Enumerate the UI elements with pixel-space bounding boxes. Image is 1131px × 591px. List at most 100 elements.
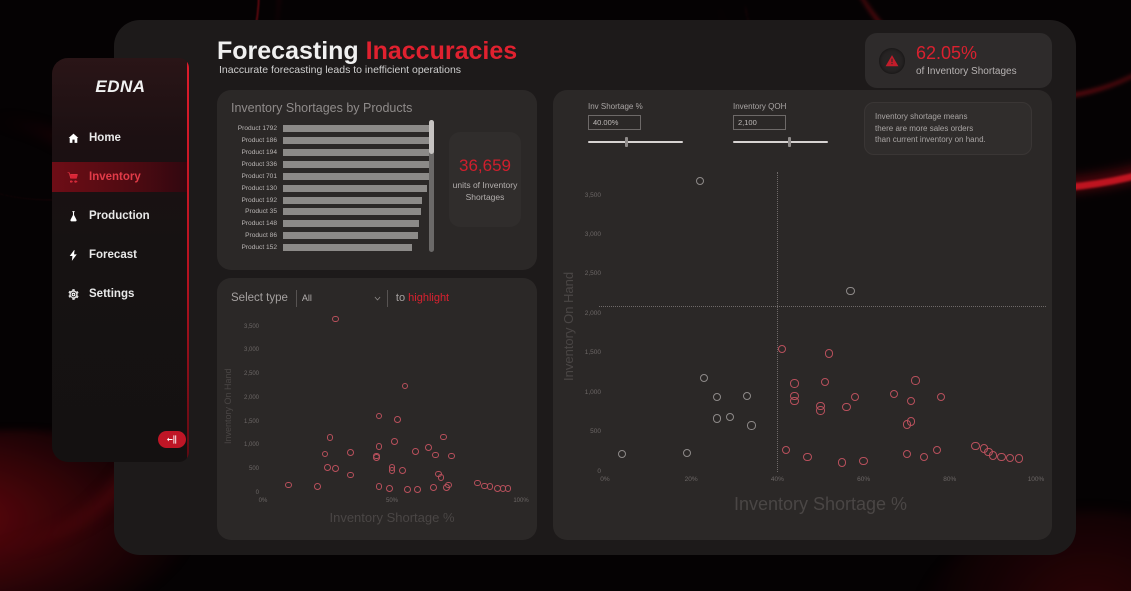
scatter-point[interactable] xyxy=(326,434,334,442)
scatter-point[interactable] xyxy=(1014,454,1023,463)
cart-icon xyxy=(66,170,80,184)
sidebar-item-forecast[interactable]: Forecast xyxy=(52,240,189,270)
scatter-point[interactable] xyxy=(997,452,1006,462)
scatter-point[interactable] xyxy=(440,433,447,441)
scatter-point[interactable] xyxy=(618,449,627,459)
scatter-point[interactable] xyxy=(988,451,998,460)
scatter-point[interactable] xyxy=(803,452,812,462)
scatter-point[interactable] xyxy=(902,449,911,459)
scatter-point[interactable] xyxy=(725,412,735,421)
scatter-point[interactable] xyxy=(445,481,453,489)
scatter-point[interactable] xyxy=(414,485,422,493)
scatter-point[interactable] xyxy=(375,483,383,491)
scatter-point[interactable] xyxy=(429,484,437,492)
scatter-point[interactable] xyxy=(404,485,411,493)
inventory-qoh-input[interactable]: 2,100 xyxy=(733,115,786,130)
logout-button[interactable] xyxy=(158,431,186,448)
inv-shortage-slider-thumb[interactable] xyxy=(624,137,628,147)
bar-row[interactable]: Product 86 xyxy=(231,230,431,241)
inv-shortage-slider[interactable] xyxy=(588,137,683,147)
scatter-point[interactable] xyxy=(790,396,799,406)
bar-row[interactable]: Product 701 xyxy=(231,171,431,182)
scatter-point[interactable] xyxy=(859,456,868,466)
scatter-point[interactable] xyxy=(331,465,339,473)
scatter-point[interactable] xyxy=(388,466,396,474)
inventory-qoh-slider-thumb[interactable] xyxy=(788,137,792,147)
scatter-point[interactable] xyxy=(391,438,398,446)
scatter-point[interactable] xyxy=(1005,453,1015,462)
scatter-point[interactable] xyxy=(473,479,481,487)
scatter-point[interactable] xyxy=(777,344,786,354)
sidebar-item-inventory[interactable]: Inventory xyxy=(52,162,189,192)
scatter-point[interactable] xyxy=(906,417,916,426)
bar-row[interactable]: Product 148 xyxy=(231,218,431,229)
scatter-point[interactable] xyxy=(911,376,920,385)
sidebar-item-home[interactable]: Home xyxy=(52,123,189,153)
bar-chart-scrollbar[interactable] xyxy=(429,120,434,252)
scatter-point[interactable] xyxy=(331,315,339,323)
inventory-qoh-slider[interactable] xyxy=(733,137,828,147)
scatter-point[interactable] xyxy=(375,412,383,420)
bar-row[interactable]: Product 336 xyxy=(231,159,431,170)
scatter-point[interactable] xyxy=(743,392,752,401)
scatter-point[interactable] xyxy=(699,373,709,383)
scatter-point[interactable] xyxy=(324,463,331,471)
scatter-point[interactable] xyxy=(932,445,942,455)
scatter-point[interactable] xyxy=(971,441,980,451)
bar-row[interactable]: Product 1792 xyxy=(231,123,431,134)
scatter-point[interactable] xyxy=(321,450,329,458)
scatter-point[interactable] xyxy=(712,414,722,423)
scatter-point[interactable] xyxy=(347,471,355,479)
scatter-point[interactable] xyxy=(695,176,704,185)
scatter-point[interactable] xyxy=(850,392,860,402)
scatter-point[interactable] xyxy=(816,406,825,415)
scatter-point[interactable] xyxy=(504,485,512,493)
scatter-point[interactable] xyxy=(682,448,692,458)
inv-shortage-input[interactable]: 40.00% xyxy=(588,115,641,130)
scatter-point[interactable] xyxy=(393,415,401,423)
bar-row[interactable]: Product 130 xyxy=(231,182,431,193)
bar-track xyxy=(283,137,431,145)
scatter-point[interactable] xyxy=(936,392,946,402)
bar-row[interactable]: Product 35 xyxy=(231,206,431,217)
scatter-point[interactable] xyxy=(424,443,432,451)
bar-chart-scrollbar-thumb[interactable] xyxy=(429,120,434,155)
scatter-point[interactable] xyxy=(447,452,455,460)
bar-row[interactable]: Product 192 xyxy=(231,194,431,205)
scatter-point[interactable] xyxy=(846,287,855,296)
scatter-point[interactable] xyxy=(375,443,383,450)
scatter-point[interactable] xyxy=(386,484,393,492)
sidebar-item-production[interactable]: Production xyxy=(52,201,189,231)
scatter-point[interactable] xyxy=(486,483,494,491)
scatter-point[interactable] xyxy=(781,445,791,455)
bar-row[interactable]: Product 152 xyxy=(231,242,431,253)
bar-row[interactable]: Product 186 xyxy=(231,135,431,146)
scatter-point[interactable] xyxy=(824,349,834,358)
scatter-point[interactable] xyxy=(837,458,847,467)
bar-row[interactable]: Product 194 xyxy=(231,147,431,158)
scatter-point[interactable] xyxy=(712,392,722,402)
scatter-point[interactable] xyxy=(347,448,355,456)
scatter-point[interactable] xyxy=(747,421,756,430)
bar-panel-title: Inventory Shortages by Products xyxy=(231,101,413,115)
scatter-point[interactable] xyxy=(401,382,409,390)
bar-track xyxy=(283,172,431,180)
sidebar-item-settings[interactable]: Settings xyxy=(52,279,189,309)
scatter-point[interactable] xyxy=(906,396,916,406)
scatter-point[interactable] xyxy=(889,389,898,399)
scatter-point[interactable] xyxy=(790,379,799,388)
scatter-point[interactable] xyxy=(373,454,380,462)
scatter-plot-main[interactable]: Inventory On Hand Inventory Shortage % 0 50… xyxy=(553,162,1052,540)
scatter-point[interactable] xyxy=(411,447,419,455)
y-axis-tick: 500 xyxy=(590,428,601,436)
scatter-point[interactable] xyxy=(313,482,321,490)
scatter-point[interactable] xyxy=(398,467,406,475)
scatter-point[interactable] xyxy=(919,452,929,462)
scatter-point[interactable] xyxy=(437,473,445,481)
scatter-point[interactable] xyxy=(842,403,851,412)
x-axis-tick: 50% xyxy=(385,498,399,504)
scatter-point[interactable] xyxy=(432,451,440,459)
scatter-plot-small[interactable]: Inventory On Hand Inventory Shortage % 0 50… xyxy=(217,304,537,540)
scatter-point[interactable] xyxy=(820,377,829,387)
scatter-point[interactable] xyxy=(285,481,293,489)
